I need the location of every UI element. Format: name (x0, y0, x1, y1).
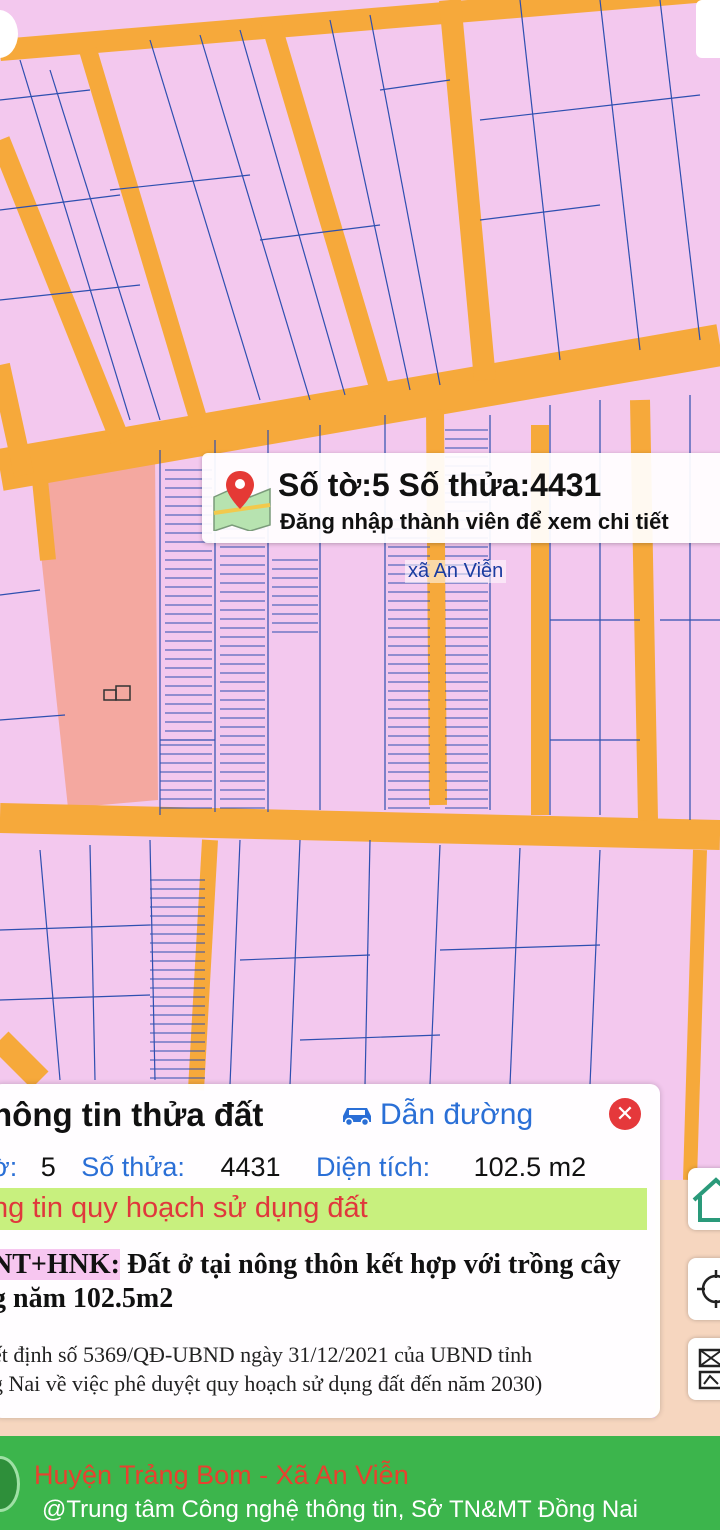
agency-logo-icon (0, 1456, 20, 1512)
footer-banner: Huyện Trảng Bom - Xã An Viễn @Trung tâm … (0, 1436, 720, 1530)
home-icon (692, 1177, 720, 1222)
car-icon (343, 1108, 371, 1126)
land-use-description: NT+HNK: Đất ở tại nông thôn kết hợp với … (0, 1248, 652, 1316)
road-horizontal (0, 803, 720, 850)
panel-title: hông tin thửa đất (0, 1096, 264, 1133)
login-prompt[interactable]: Đăng nhập thành viên để xem chi tiết (280, 509, 669, 535)
footer-credit: @Trung tâm Công nghệ thông tin, Sở TN&MT… (42, 1496, 638, 1523)
parcel-info-panel: hông tin thửa đất Dẫn đường ✕ ờ: 5 Số th… (0, 1084, 660, 1418)
locate-button[interactable] (688, 1258, 720, 1320)
decision-line1: ết định số 5369/QĐ-UBND ngày 31/12/2021 … (0, 1342, 533, 1367)
decision-line2: g Nai về việc phê duyệt quy hoạch sử dụn… (0, 1371, 543, 1396)
sheet-value: 5 (40, 1152, 56, 1182)
directions-button[interactable]: Dẫn đường (340, 1098, 533, 1132)
home-button[interactable] (688, 1168, 720, 1230)
compass-button[interactable] (696, 0, 720, 58)
parcel-value: 4431 (220, 1152, 281, 1182)
sheet-label: ờ: (0, 1152, 18, 1182)
area-value: 102.5 m2 (473, 1152, 587, 1182)
map-pin-icon (213, 471, 271, 531)
land-use-code: NT+HNK: (0, 1249, 120, 1280)
land-use-section-header: ng tin quy hoạch sử dụng đất (0, 1188, 647, 1230)
area-label: Diện tích: (316, 1152, 431, 1182)
layers-button[interactable] (688, 1338, 720, 1400)
directions-label: Dẫn đường (380, 1098, 534, 1131)
land-use-desc-line2: g năm 102.5m2 (0, 1283, 174, 1314)
land-use-desc-line1: Đất ở tại nông thôn kết hợp với trồng câ… (126, 1249, 621, 1280)
map-layers-icon (698, 1348, 720, 1390)
popup-title: Số tờ:5 Số thửa:4431 (278, 467, 602, 503)
close-icon[interactable]: ✕ (609, 1098, 641, 1130)
parcel-label: Số thửa: (81, 1152, 185, 1182)
section-title: ng tin quy hoạch sử dụng đất (0, 1192, 368, 1224)
parcel-popup[interactable]: Số tờ:5 Số thửa:4431 Đăng nhập thành viê… (202, 453, 720, 543)
road-left-vertical (32, 479, 56, 561)
locate-icon (697, 1270, 720, 1308)
planning-decision: ết định số 5369/QĐ-UBND ngày 31/12/2021 … (0, 1340, 652, 1398)
commune-label: xã An Viễn (405, 560, 507, 583)
parcel-info-row: ờ: 5 Số thửa: 4431 Diện tích: 102.5 m2 (0, 1152, 586, 1183)
footer-location: Huyện Trảng Bom - Xã An Viễn (34, 1460, 409, 1490)
